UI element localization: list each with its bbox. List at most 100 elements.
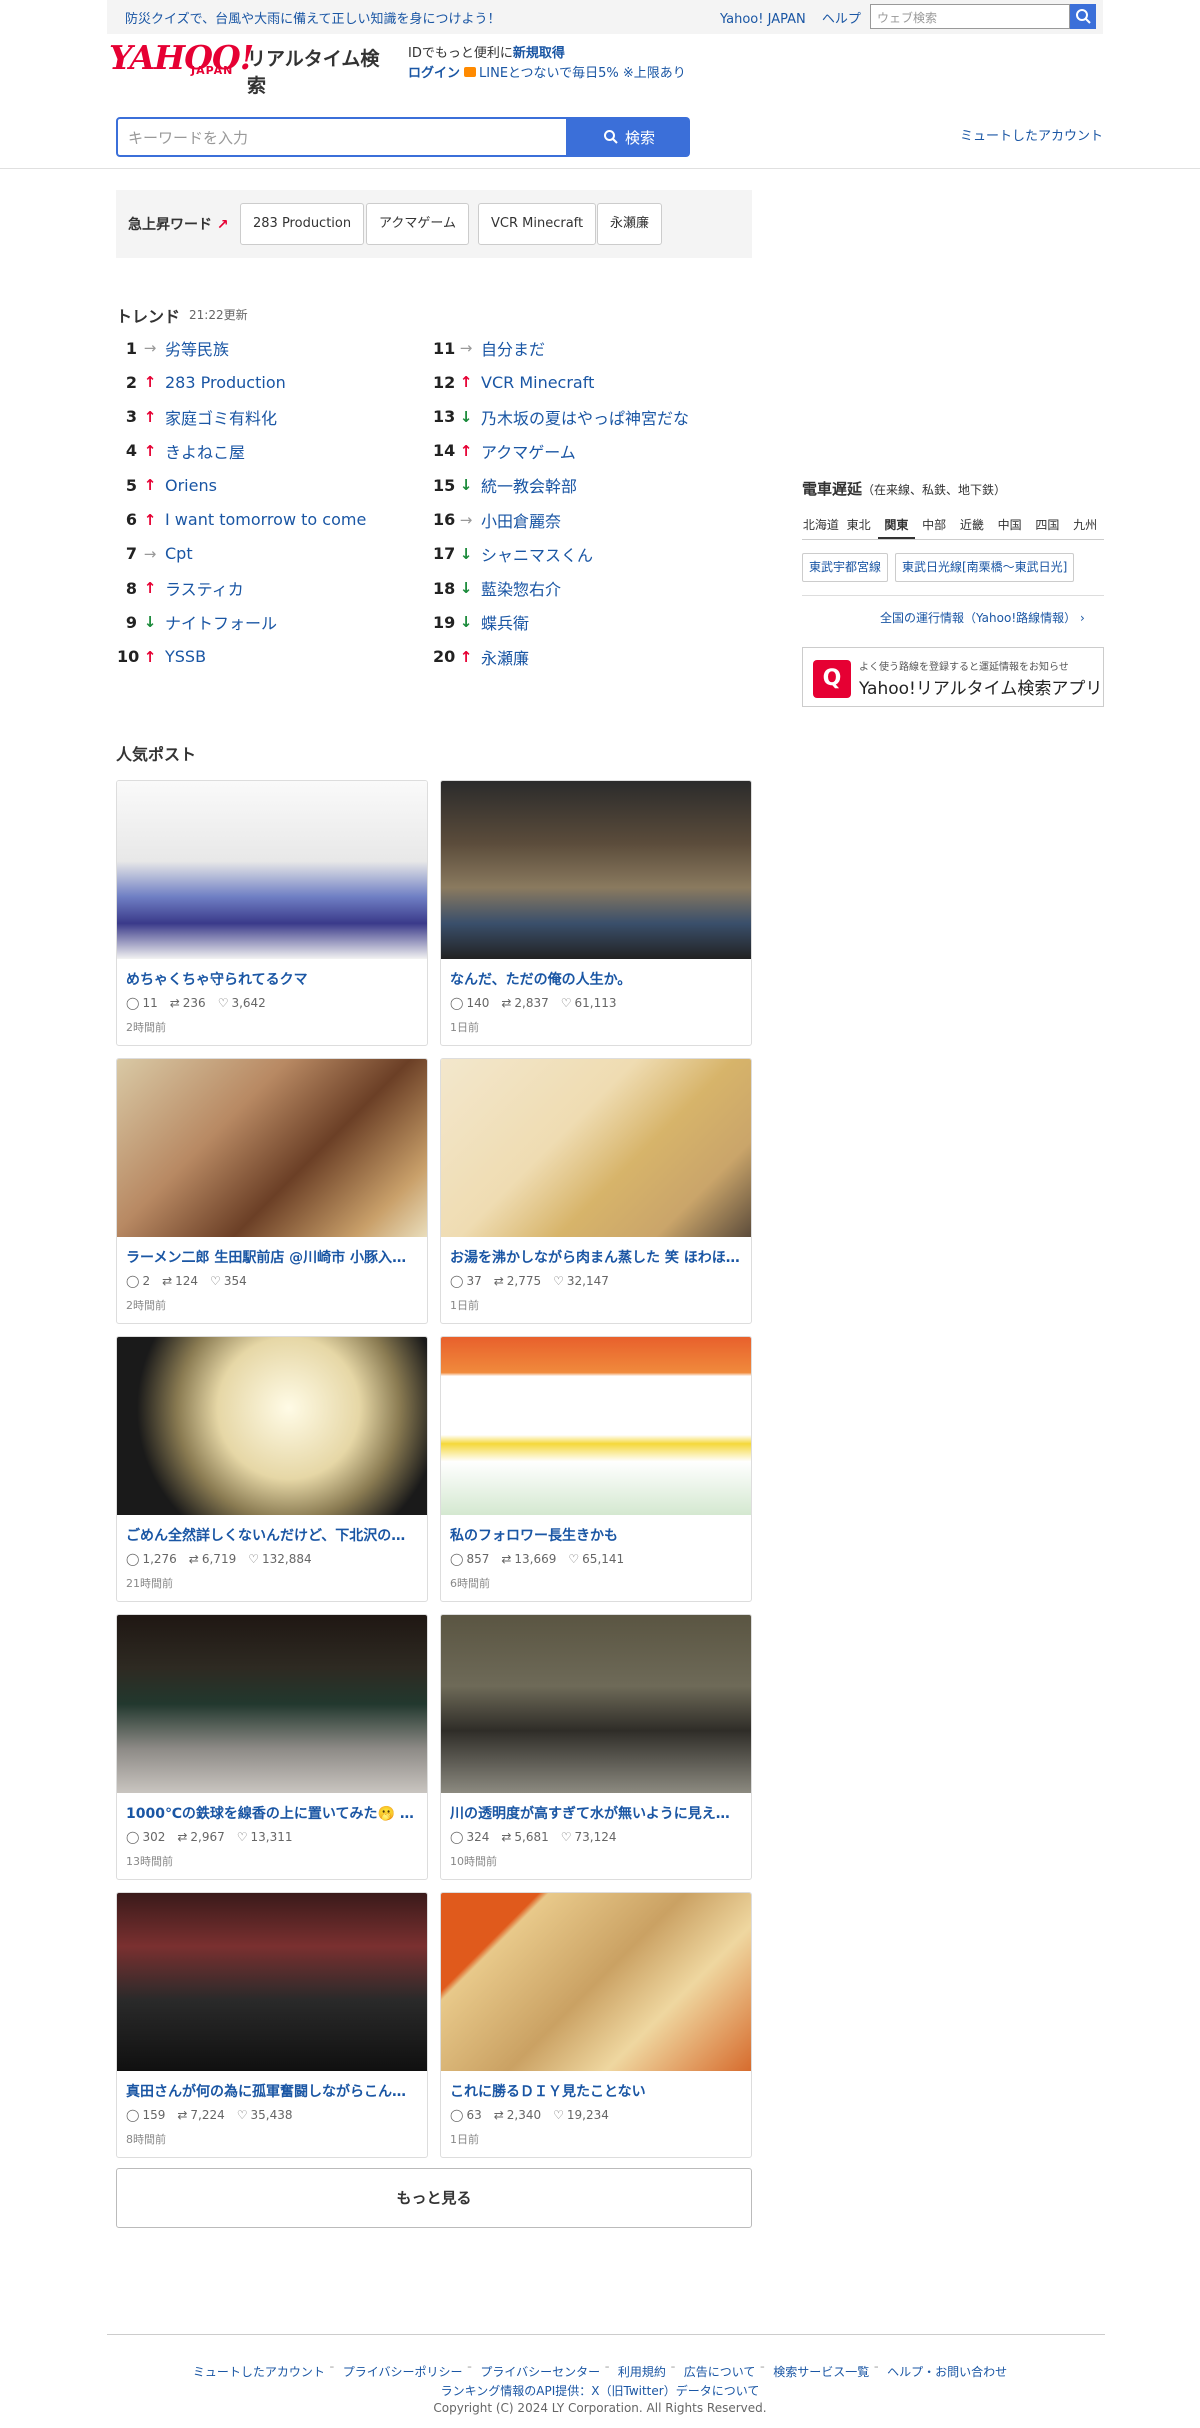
trend-word[interactable]: 蝶兵衛	[479, 610, 529, 634]
trend-word[interactable]: 藍染惣右介	[479, 576, 561, 600]
trend-item[interactable]: 15 ↓ 統一教会幹部	[433, 473, 577, 497]
trend-item[interactable]: 4 ↑ きよねこ屋	[117, 439, 245, 463]
trend-item[interactable]: 13 ↓ 乃木坂の夏はやっぱ神宮だな	[433, 405, 689, 429]
line-promo-link[interactable]: LINEとつないで毎日5% ※上限あり	[479, 66, 686, 81]
trend-word[interactable]: 乃木坂の夏はやっぱ神宮だな	[479, 405, 689, 429]
yahoo-realtime-logo[interactable]: YAHOO! JAPAN リアルタイム検索	[107, 38, 394, 97]
trend-word[interactable]: YSSB	[163, 647, 206, 666]
trend-word[interactable]: アクマゲーム	[479, 439, 576, 463]
post-image[interactable]	[117, 1615, 427, 1793]
tab-region[interactable]: 中部	[915, 512, 953, 539]
trend-word[interactable]: 統一教会幹部	[479, 473, 577, 497]
post-title[interactable]: 真田さんが何の為に孤軍奮闘しながらこん…	[126, 2081, 420, 2101]
post-title[interactable]: これに勝るＤＩＹ見たことない	[450, 2081, 744, 2101]
post-image[interactable]	[441, 1337, 751, 1515]
footer-link[interactable]: ミュートしたアカウント	[193, 2365, 325, 2379]
post-card[interactable]: 真田さんが何の為に孤軍奮闘しながらこん… ◯ 159 ⇄ 7,224 ♡ 35,438 8時間…	[116, 1892, 428, 2158]
trend-word[interactable]: 劣等民族	[163, 336, 229, 360]
post-title[interactable]: お湯を沸かしながら肉まん蒸した 笑 ほわほ…	[450, 1247, 744, 1267]
tab-region[interactable]: 近畿	[953, 512, 991, 539]
post-title[interactable]: ラーメン二郎 生田駅前店 @川崎市 小豚入り…	[126, 1247, 420, 1267]
surge-word-chip[interactable]: VCR Minecraft	[478, 203, 597, 245]
trend-word[interactable]: Oriens	[163, 476, 217, 495]
surge-word-chip[interactable]: アクマゲーム	[366, 203, 469, 245]
post-image[interactable]	[441, 1893, 751, 2071]
trend-item[interactable]: 5 ↑ Oriens	[117, 473, 217, 497]
tab-region[interactable]: 中国	[991, 512, 1029, 539]
surge-word-chip[interactable]: 永瀬廉	[597, 203, 663, 245]
post-image[interactable]	[441, 1615, 751, 1793]
footer-link[interactable]: ヘルプ・お問い合わせ	[887, 2365, 1007, 2379]
yahoo-japan-link[interactable]: Yahoo! JAPAN	[720, 12, 806, 27]
app-banner[interactable]: Q よく使う路線を登録すると運延情報をお知らせ Yahoo!リアルタイム検索アプ…	[802, 647, 1104, 707]
trend-word[interactable]: VCR Minecraft	[479, 373, 594, 392]
tab-region-active[interactable]: 関東	[877, 512, 916, 539]
keyword-search-input[interactable]: キーワードを入力	[116, 117, 568, 157]
login-link[interactable]: ログイン	[408, 66, 460, 81]
post-image[interactable]	[441, 1059, 751, 1237]
search-button[interactable]: 検索	[568, 117, 690, 157]
footer-link[interactable]: 広告について	[684, 2365, 756, 2379]
trend-item[interactable]: 20 ↑ 永瀬廉	[433, 645, 529, 669]
post-card[interactable]: 私のフォロワー長生きかも ◯ 857 ⇄ 13,669 ♡ 65,141 6時間前	[440, 1336, 752, 1602]
post-card[interactable]: お湯を沸かしながら肉まん蒸した 笑 ほわほ… ◯ 37 ⇄ 2,775 ♡ 32,147 1日…	[440, 1058, 752, 1324]
surge-word-chip[interactable]: 283 Production	[240, 203, 365, 245]
post-title[interactable]: 私のフォロワー長生きかも	[450, 1525, 744, 1545]
post-image[interactable]	[117, 1059, 427, 1237]
trend-item[interactable]: 8 ↑ ラスティカ	[117, 576, 244, 600]
post-card[interactable]: なんだ、ただの俺の人生か。 ◯ 140 ⇄ 2,837 ♡ 61,113 1日前	[440, 780, 752, 1046]
trend-word[interactable]: 小田倉麗奈	[479, 508, 561, 532]
post-card[interactable]: ラーメン二郎 生田駅前店 @川崎市 小豚入り… ◯ 2 ⇄ 124 ♡ 354 2時間前	[116, 1058, 428, 1324]
trend-item[interactable]: 12 ↑ VCR Minecraft	[433, 370, 594, 394]
post-card[interactable]: 川の透明度が高すぎて水が無いように見え… ◯ 324 ⇄ 5,681 ♡ 73,124 10時…	[440, 1614, 752, 1880]
register-link[interactable]: 新規取得	[513, 46, 565, 61]
post-title[interactable]: 1000℃の鉄球を線香の上に置いてみた🫢 え…	[126, 1803, 420, 1823]
footer-link[interactable]: 検索サービス一覧	[773, 2365, 869, 2379]
trend-word[interactable]: ナイトフォール	[163, 610, 277, 634]
trend-item[interactable]: 11 → 自分まだ	[433, 336, 545, 360]
tab-region[interactable]: 四国	[1029, 512, 1067, 539]
post-title[interactable]: ごめん全然詳しくないんだけど、下北沢の…	[126, 1525, 420, 1545]
help-link[interactable]: ヘルプ	[822, 12, 861, 27]
web-search-input[interactable]: ウェブ検索	[870, 4, 1070, 29]
post-image[interactable]	[117, 1893, 427, 2071]
all-operation-info-link[interactable]: 全国の運行情報（Yahoo!路線情報） ›	[880, 609, 1085, 626]
trend-item[interactable]: 3 ↑ 家庭ゴミ有料化	[117, 405, 277, 429]
post-card[interactable]: これに勝るＤＩＹ見たことない ◯ 63 ⇄ 2,340 ♡ 19,234 1日前	[440, 1892, 752, 2158]
trend-word[interactable]: 永瀬廉	[479, 645, 529, 669]
post-title[interactable]: めちゃくちゃ守られてるクマ	[126, 969, 420, 989]
trend-word[interactable]: きよねこ屋	[163, 439, 245, 463]
web-search-button[interactable]	[1070, 4, 1096, 29]
trend-word[interactable]: シャニマスくん	[479, 542, 593, 566]
trend-word[interactable]: Cpt	[163, 544, 193, 563]
post-image[interactable]	[117, 781, 427, 959]
trend-word[interactable]: 家庭ゴミ有料化	[163, 405, 277, 429]
trend-item[interactable]: 19 ↓ 蝶兵衛	[433, 610, 529, 634]
trend-item[interactable]: 10 ↑ YSSB	[117, 645, 206, 669]
trend-word[interactable]: 283 Production	[163, 373, 286, 392]
trend-item[interactable]: 7 → Cpt	[117, 542, 193, 566]
post-card[interactable]: めちゃくちゃ守られてるクマ ◯ 11 ⇄ 236 ♡ 3,642 2時間前	[116, 780, 428, 1046]
footer-link[interactable]: 利用規約	[618, 2365, 666, 2379]
trend-item[interactable]: 6 ↑ I want tomorrow to come	[117, 508, 366, 532]
api-credit-link[interactable]: ランキング情報のAPI提供：X（旧Twitter）データについて	[0, 2382, 1200, 2399]
trend-item[interactable]: 17 ↓ シャニマスくん	[433, 542, 593, 566]
muted-accounts-link[interactable]: ミュートしたアカウント	[960, 125, 1103, 144]
post-image[interactable]	[441, 781, 751, 959]
trend-item[interactable]: 9 ↓ ナイトフォール	[117, 610, 277, 634]
trend-item[interactable]: 14 ↑ アクマゲーム	[433, 439, 576, 463]
trend-item[interactable]: 1 → 劣等民族	[117, 336, 229, 360]
trend-item[interactable]: 18 ↓ 藍染惣右介	[433, 576, 561, 600]
footer-link[interactable]: プライバシーセンター	[480, 2365, 600, 2379]
post-title[interactable]: 川の透明度が高すぎて水が無いように見え…	[450, 1803, 744, 1823]
see-more-button[interactable]: もっと見る	[116, 2168, 752, 2228]
tab-region[interactable]: 北海道	[802, 512, 840, 539]
post-title[interactable]: なんだ、ただの俺の人生か。	[450, 969, 744, 989]
post-card[interactable]: 1000℃の鉄球を線香の上に置いてみた🫢 え… ◯ 302 ⇄ 2,967 ♡ 13,311…	[116, 1614, 428, 1880]
trend-word[interactable]: I want tomorrow to come	[163, 510, 366, 529]
delayed-line-chip[interactable]: 東武日光線[南栗橋〜東武日光]	[895, 553, 1075, 582]
delayed-line-chip[interactable]: 東武宇都宮線	[802, 553, 889, 582]
disaster-quiz-link[interactable]: 防災クイズで、台風や大雨に備えて正しい知識を身につけよう！	[125, 8, 500, 27]
trend-item[interactable]: 2 ↑ 283 Production	[117, 370, 286, 394]
trend-item[interactable]: 16 → 小田倉麗奈	[433, 508, 561, 532]
